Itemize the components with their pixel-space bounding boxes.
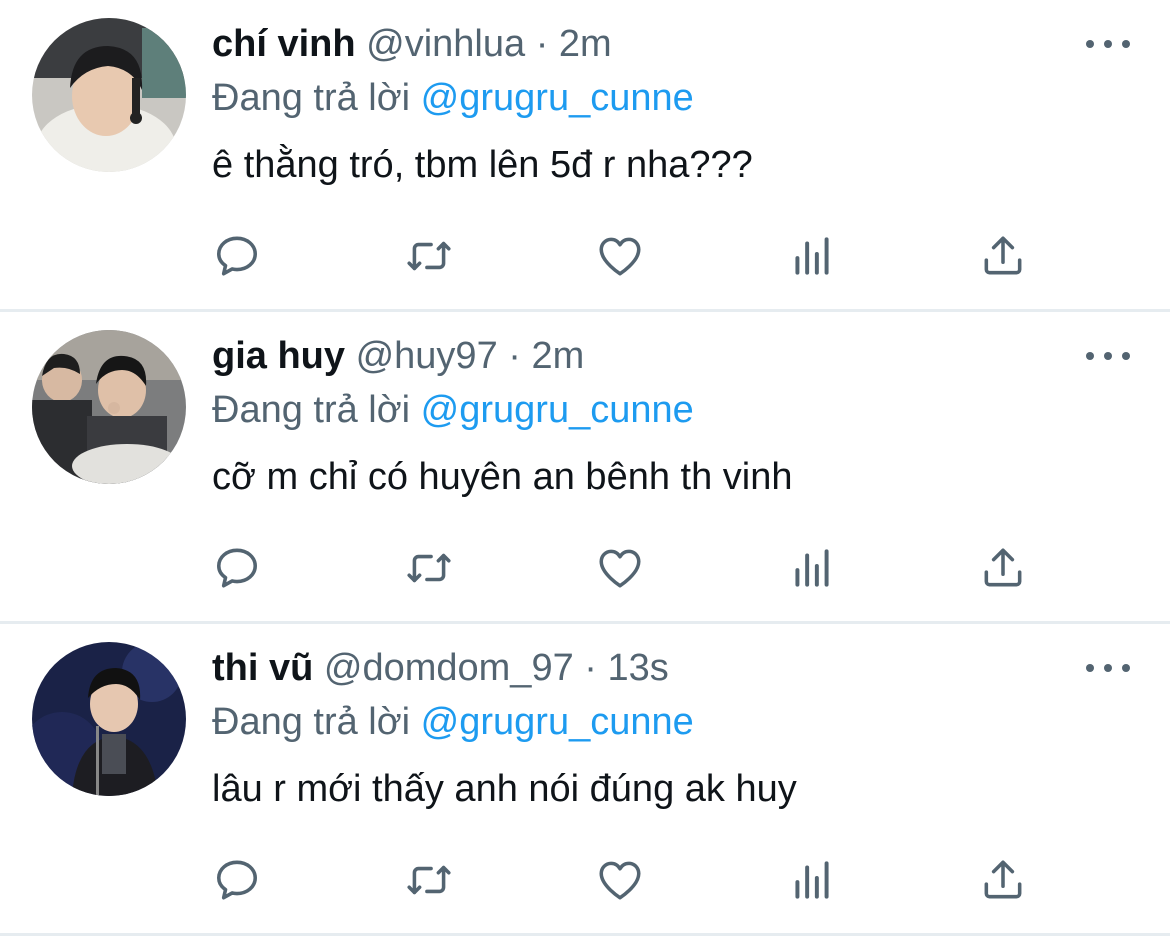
user-handle[interactable]: @vinhlua (366, 23, 525, 65)
bar-chart-icon (795, 861, 829, 899)
heart-icon (599, 549, 641, 588)
retweet-arrows-icon (407, 241, 451, 271)
avatar[interactable] (32, 330, 186, 484)
bar-chart-icon (795, 549, 829, 587)
replying-to-label: Đang trả lời (212, 77, 411, 119)
like-button[interactable] (590, 226, 650, 286)
tweet-header: chí vinh @vinhlua · 2m (212, 20, 612, 68)
like-button[interactable] (590, 850, 650, 910)
tweet-actions (0, 538, 1170, 598)
replying-to: Đang trả lời @grugru_cunne (212, 74, 694, 122)
heart-icon (599, 861, 641, 900)
avatar[interactable] (32, 642, 186, 796)
share-upload-icon (984, 548, 1022, 587)
reply-feed: chí vinh @vinhlua · 2m Đang trả lời @gru… (0, 0, 1170, 936)
reply-button[interactable] (207, 850, 267, 910)
separator-dot: · (508, 335, 521, 377)
retweet-arrows-icon (407, 553, 451, 583)
reply-button[interactable] (207, 226, 267, 286)
speech-bubble-icon (217, 548, 257, 588)
replying-to: Đang trả lời @grugru_cunne (212, 386, 694, 434)
timestamp[interactable]: 13s (608, 647, 669, 689)
separator-dot: · (535, 23, 549, 65)
reply-mention-link[interactable]: @grugru_cunne (421, 77, 694, 119)
analytics-button[interactable] (782, 226, 842, 286)
tweet-text: lâu r mới thấy anh nói đúng ak huy (212, 768, 797, 810)
display-name[interactable]: chí vinh (212, 23, 356, 65)
more-dots-icon[interactable] (1086, 32, 1130, 56)
replying-to-label: Đang trả lời (212, 701, 411, 743)
tweet-text: cỡ m chỉ có huyên an bênh th vinh (212, 456, 793, 498)
tweet-header: gia huy @huy97 · 2m (212, 332, 584, 380)
tweet[interactable]: chí vinh @vinhlua · 2m Đang trả lời @gru… (0, 0, 1170, 312)
user-handle[interactable]: @huy97 (356, 335, 498, 377)
tweet[interactable]: gia huy @huy97 · 2m Đang trả lời @grugru… (0, 312, 1170, 624)
heart-icon (599, 237, 641, 276)
replying-to: Đang trả lời @grugru_cunne (212, 698, 694, 746)
share-button[interactable] (973, 226, 1033, 286)
avatar-photo-2 (32, 330, 186, 484)
display-name[interactable]: gia huy (212, 335, 345, 377)
analytics-button[interactable] (782, 538, 842, 598)
reply-mention-link[interactable]: @grugru_cunne (421, 701, 694, 743)
share-upload-icon (984, 236, 1022, 275)
more-dots-icon[interactable] (1086, 344, 1130, 368)
tweet[interactable]: thi vũ @domdom_97 · 13s Đang trả lời @gr… (0, 624, 1170, 936)
more-dots-icon[interactable] (1086, 656, 1130, 680)
timestamp[interactable]: 2m (532, 335, 585, 377)
tweet-header: thi vũ @domdom_97 · 13s (212, 644, 669, 692)
retweet-button[interactable] (399, 538, 459, 598)
tweet-actions (0, 850, 1170, 910)
share-button[interactable] (973, 538, 1033, 598)
share-upload-icon (984, 860, 1022, 899)
user-handle[interactable]: @domdom_97 (324, 647, 574, 689)
reply-mention-link[interactable]: @grugru_cunne (421, 389, 694, 431)
analytics-button[interactable] (782, 850, 842, 910)
reply-button[interactable] (207, 538, 267, 598)
share-button[interactable] (973, 850, 1033, 910)
timestamp[interactable]: 2m (559, 23, 612, 65)
replying-to-label: Đang trả lời (212, 389, 411, 431)
bar-chart-icon (795, 237, 829, 275)
speech-bubble-icon (217, 236, 257, 276)
avatar-photo-1 (32, 18, 186, 172)
display-name[interactable]: thi vũ (212, 647, 313, 689)
avatar-photo-3 (32, 642, 186, 796)
tweet-text: ê thằng tró, tbm lên 5đ r nha??? (212, 144, 753, 186)
separator-dot: · (584, 647, 597, 689)
retweet-arrows-icon (407, 865, 451, 895)
retweet-button[interactable] (399, 226, 459, 286)
tweet-actions (0, 226, 1170, 286)
like-button[interactable] (590, 538, 650, 598)
avatar[interactable] (32, 18, 186, 172)
speech-bubble-icon (217, 860, 257, 900)
retweet-button[interactable] (399, 850, 459, 910)
